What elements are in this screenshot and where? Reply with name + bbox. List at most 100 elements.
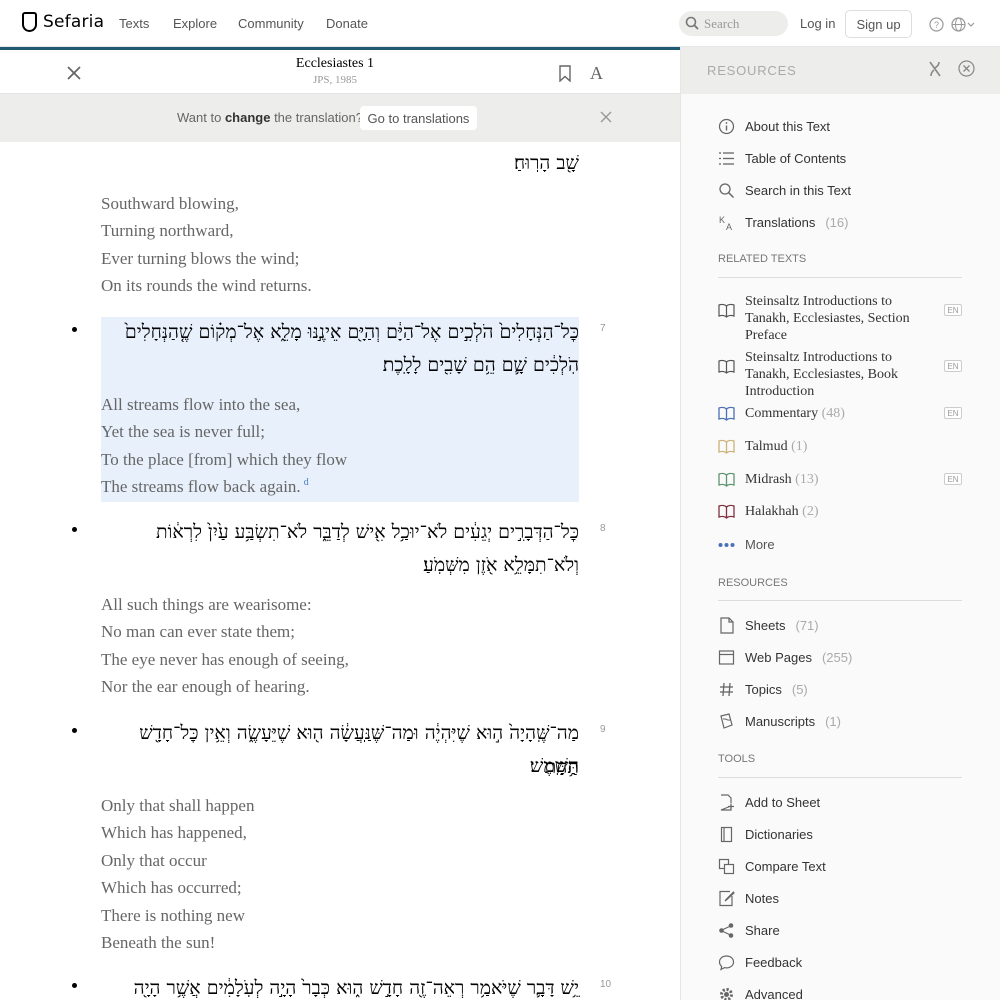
- english-line: Only that occur: [101, 851, 207, 870]
- related-halakhah[interactable]: Halakhah (2): [718, 503, 964, 520]
- web-pages-count: (255): [821, 650, 853, 665]
- banner-message: Want to change the translation?: [177, 110, 363, 125]
- feedback-label: Feedback: [745, 955, 803, 970]
- bookmark-icon[interactable]: [558, 65, 572, 82]
- english-line: Southward blowing,: [101, 194, 239, 213]
- sheets-link[interactable]: Sheets (71): [718, 617, 819, 634]
- resources-heading: RESOURCES: [718, 577, 788, 589]
- hebrew-aleph-toggle-icon[interactable]: [927, 60, 943, 78]
- topics-count: (5): [791, 682, 808, 697]
- topics-label: Topics: [745, 682, 782, 697]
- manuscripts-link[interactable]: Manuscripts (1): [718, 713, 841, 730]
- translations-count: (16): [825, 215, 849, 230]
- about-text-link[interactable]: About this Text: [718, 118, 830, 135]
- hebrew-line: כׇּל־הַדְּבָרִ֣ים יְגֵעִ֔ים לֹא־יוּכַ֥ל …: [155, 521, 579, 543]
- go-to-translations-button[interactable]: Go to translations: [360, 106, 477, 130]
- english-line: On its rounds the wind returns.: [101, 276, 312, 295]
- nav-community[interactable]: Community: [238, 16, 304, 31]
- related-title: Steinsaltz Introductions to Tanakh, Eccl…: [745, 294, 910, 343]
- notes-button[interactable]: Notes: [718, 890, 779, 907]
- manuscripts-count: (1): [825, 714, 841, 729]
- english-line: All such things are wearisome:: [101, 595, 312, 614]
- hebrew-line: יֵ֥שׁ דָּבָ֛ר שֶׁיֹּאמַ֥ר רְאֵה־זֶ֖ה חָד…: [133, 977, 579, 999]
- hebrew-line: וְלֹא־תִמָּלֵ֥א אֹ֖זֶן מִשְּׁמֹֽעַ׃: [423, 554, 579, 576]
- manuscript-icon: [720, 713, 733, 729]
- info-icon: [718, 118, 735, 135]
- sheets-count: (71): [795, 618, 819, 633]
- share-label: Share: [745, 923, 780, 938]
- topics-link[interactable]: Topics (5): [718, 681, 808, 698]
- book-icon: [718, 472, 735, 487]
- translations-link[interactable]: KA Translations (16): [718, 214, 848, 231]
- verse-number: 10: [600, 979, 612, 990]
- verse-number: 8: [600, 523, 606, 534]
- tools-heading: TOOLS: [718, 753, 756, 765]
- svg-text:K: K: [719, 215, 725, 225]
- related-talmud[interactable]: Talmud (1): [718, 438, 964, 455]
- related-texts-heading: RELATED TEXTS: [718, 253, 807, 265]
- text-column: שָׁ֖ב הָרֽוּחַ׃ Southward blowing, Turni…: [0, 142, 680, 1000]
- resources-header: RESOURCES: [681, 47, 1000, 94]
- sefaria-logo[interactable]: Sefaria: [22, 12, 104, 32]
- english-line: Only that shall happen: [101, 796, 255, 815]
- search-icon: [719, 183, 735, 199]
- about-text-label: About this Text: [745, 119, 831, 134]
- hebrew-line: שָׁ֖ב הָרֽוּחַ׃: [513, 152, 579, 174]
- compare-text-button[interactable]: Compare Text: [718, 858, 826, 875]
- related-steinsaltz-preface[interactable]: Steinsaltz Introductions to Tanakh, Eccl…: [718, 292, 964, 343]
- more-button[interactable]: More: [718, 537, 775, 552]
- book-icon: [718, 406, 735, 421]
- login-link[interactable]: Log in: [800, 16, 835, 31]
- signup-button[interactable]: Sign up: [845, 10, 912, 38]
- related-midrash[interactable]: Midrash (13) EN: [718, 471, 964, 488]
- english-line: No man can ever state them;: [101, 622, 296, 641]
- footnote-marker[interactable]: d: [304, 477, 309, 488]
- svg-text:A: A: [726, 222, 732, 231]
- en-badge: EN: [944, 473, 962, 485]
- compare-text-label: Compare Text: [745, 859, 826, 874]
- hashtag-icon: [720, 682, 733, 697]
- top-navbar: Sefaria Texts Explore Community Donate L…: [0, 0, 1000, 47]
- nav-donate[interactable]: Donate: [326, 16, 368, 31]
- svg-text:?: ?: [934, 20, 939, 30]
- book-icon: [718, 439, 735, 454]
- share-button[interactable]: Share: [718, 922, 780, 939]
- table-of-contents-link[interactable]: Table of Contents: [718, 150, 846, 167]
- web-pages-link[interactable]: Web Pages (255): [718, 649, 852, 666]
- en-badge: EN: [944, 360, 962, 372]
- related-title: Midrash (13): [745, 472, 819, 487]
- related-commentary[interactable]: Commentary (48) EN: [718, 405, 964, 422]
- text-settings-icon[interactable]: A: [590, 63, 603, 84]
- advanced-label: Advanced: [745, 987, 803, 1000]
- advanced-button[interactable]: Advanced: [718, 986, 803, 1000]
- help-icon[interactable]: ?: [929, 17, 944, 32]
- close-panel-icon[interactable]: [958, 60, 975, 77]
- section-divider: [718, 777, 962, 778]
- webpage-icon: [718, 650, 735, 665]
- english-line: To the place [from] which they flow: [101, 450, 348, 469]
- nav-explore[interactable]: Explore: [173, 16, 217, 31]
- globe-icon[interactable]: [951, 17, 975, 32]
- en-badge: EN: [944, 407, 962, 419]
- search-in-text-link[interactable]: Search in this Text: [718, 182, 851, 199]
- related-steinsaltz-introduction[interactable]: Steinsaltz Introductions to Tanakh, Eccl…: [718, 348, 964, 399]
- translations-label: Translations: [745, 215, 816, 230]
- related-count: (2): [802, 504, 819, 519]
- share-icon: [719, 923, 734, 938]
- logo-mark-icon: [22, 12, 37, 32]
- search-box[interactable]: [679, 11, 788, 36]
- sheets-label: Sheets: [745, 618, 786, 633]
- sheet-icon: [720, 617, 734, 634]
- dictionaries-button[interactable]: Dictionaries: [718, 826, 813, 843]
- related-count: (13): [795, 472, 819, 487]
- book-icon: [718, 359, 735, 374]
- more-label: More: [745, 537, 775, 552]
- logo-text: Sefaria: [43, 12, 105, 32]
- feedback-button[interactable]: Feedback: [718, 954, 802, 971]
- search-input[interactable]: [704, 14, 782, 33]
- nav-texts[interactable]: Texts: [119, 16, 149, 31]
- list-icon: [719, 152, 734, 165]
- english-line: Which has occurred;: [101, 878, 242, 897]
- add-to-sheet-button[interactable]: Add to Sheet: [718, 794, 820, 811]
- close-banner-icon[interactable]: [600, 111, 612, 123]
